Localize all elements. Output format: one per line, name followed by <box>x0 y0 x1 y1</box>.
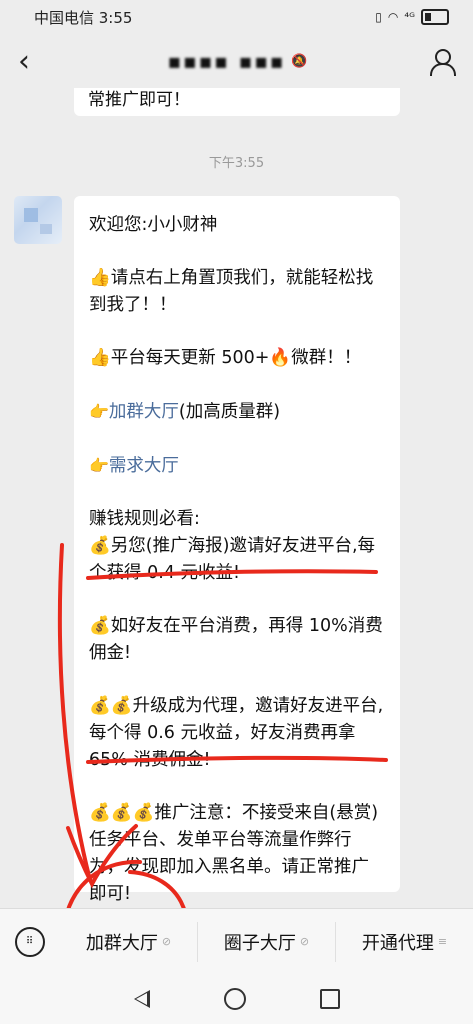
chat-title-wrap: ▪▪▪▪ ▪▪▪ 🔕 <box>167 49 307 73</box>
system-back-icon[interactable] <box>133 990 150 1008</box>
battery-icon <box>421 9 449 25</box>
bottom-menu: ⠿ 加群大厅 ⊘ 圈子大厅 ⊘ 开通代理 ≡ <box>0 908 473 974</box>
group-hall-link[interactable]: 加群大厅 <box>109 402 179 422</box>
demand-hall-link[interactable]: 需求大厅 <box>109 456 179 476</box>
vibrate-icon: ▯ <box>375 10 382 24</box>
message-line: 欢迎您:小小财神 <box>89 215 218 235</box>
menu-item-group-hall[interactable]: 加群大厅 ⊘ <box>60 922 197 962</box>
wifi-icon: ◠ <box>387 10 399 24</box>
group-hall-note: (加高质量群) <box>178 402 281 422</box>
status-bar: 中国电信 3:55 ▯ ◠ ⁴ᴳ <box>0 0 473 34</box>
message-line: 赚钱规则必看: <box>89 509 200 529</box>
group-hall-line: 👉加群大厅(加高质量群) <box>89 398 386 426</box>
message-line: 💰💰升级成为代理，邀请好友进平台,每个得 0.6 元收益，好友消费再拿 65% … <box>89 696 384 770</box>
keyboard-button[interactable]: ⠿ <box>0 926 60 957</box>
status-icons: ▯ ◠ ⁴ᴳ <box>375 9 449 25</box>
chat-title: ▪▪▪▪ ▪▪▪ <box>167 49 286 73</box>
menu-item-circle-hall[interactable]: 圈子大厅 ⊘ <box>197 921 335 962</box>
menu-icon: ≡ <box>437 935 448 948</box>
point-right-icon: 👉 <box>89 402 109 421</box>
keyboard-icon: ⠿ <box>15 926 45 957</box>
link-icon: ⊘ <box>161 935 172 948</box>
message-line: 💰另您(推广海报)邀请好友进平台,每个获得 0.4 元收益! <box>89 536 376 583</box>
message-line: 👍平台每天更新 500+🔥微群！！ <box>89 348 362 368</box>
system-recent-icon[interactable] <box>319 989 340 1009</box>
point-right-icon: 👉 <box>89 456 109 475</box>
menu-items: 加群大厅 ⊘ 圈子大厅 ⊘ 开通代理 ≡ <box>60 921 473 962</box>
back-icon[interactable]: ‹ <box>18 44 48 79</box>
carrier-time: 中国电信 3:55 <box>34 8 133 27</box>
message-bubble[interactable]: 欢迎您:小小财神 👍请点右上角置顶我们，就能轻松找到我了！！ 👍平台每天更新 5… <box>74 196 400 904</box>
menu-item-label: 开通代理 <box>361 932 434 954</box>
signal-icon: ⁴ᴳ <box>404 10 415 24</box>
menu-item-label: 加群大厅 <box>85 932 158 954</box>
system-navigation-bar <box>0 974 473 1024</box>
menu-item-label: 圈子大厅 <box>223 932 296 954</box>
demand-hall-line: 👉需求大厅 <box>89 452 386 480</box>
mute-icon: 🔕 <box>291 53 308 69</box>
message-line: 💰如好友在平台消费，再得 10%消费佣金! <box>89 616 383 663</box>
message-line: 💰💰💰推广注意：不接受来自(悬赏)任务平台、发单平台等流量作弊行为，发现即加入黑… <box>89 803 379 904</box>
contact-icon[interactable] <box>427 47 456 76</box>
sender-avatar[interactable] <box>14 196 62 244</box>
message-line: 👍请点右上角置顶我们，就能轻松找到我了！！ <box>89 268 374 315</box>
chat-header: ‹ ▪▪▪▪ ▪▪▪ 🔕 <box>0 34 473 88</box>
chat-area[interactable]: 常推广即可！ 下午3:55 欢迎您:小小财神 👍请点右上角置顶我们，就能轻松找到… <box>0 88 473 908</box>
system-home-icon[interactable] <box>223 988 246 1010</box>
previous-message-bubble[interactable]: 常推广即可！ <box>74 88 400 116</box>
message-timestamp: 下午3:55 <box>208 156 265 171</box>
menu-item-open-agent[interactable]: 开通代理 ≡ <box>335 921 473 962</box>
compass-icon: ⊘ <box>299 935 310 948</box>
previous-message-text: 常推广即可！ <box>88 90 190 110</box>
